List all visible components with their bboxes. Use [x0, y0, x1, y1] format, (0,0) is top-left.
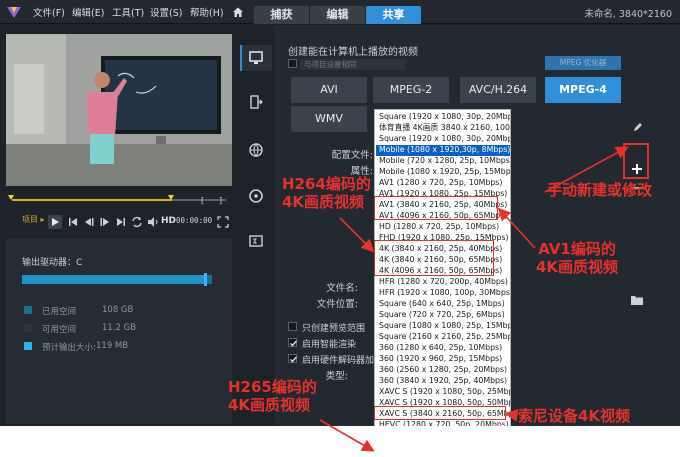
skip-end-icon[interactable] — [114, 215, 128, 229]
profile-option[interactable]: 360 (1280 x 640, 25p, 10Mbps) — [376, 343, 510, 354]
format-mpeg2[interactable]: MPEG-2 — [373, 77, 449, 103]
project-name: 未命名, 3840*2160 — [584, 9, 672, 20]
skip-start-icon[interactable] — [66, 215, 80, 229]
filename-label: 文件名: — [326, 283, 358, 294]
menu-settings[interactable]: 设置(S) — [150, 5, 182, 19]
drive-usage-fill — [22, 275, 204, 284]
tab-share[interactable]: 共享 — [366, 6, 421, 24]
svg-text:[: [ — [201, 196, 204, 205]
profile-option[interactable]: 360 (1920 x 960, 25p, 15Mbps) — [376, 354, 510, 365]
fullscreen-icon[interactable] — [216, 215, 230, 229]
sony-annotation: 索尼设备4K视频 — [518, 407, 631, 425]
volume-icon[interactable] — [146, 215, 160, 229]
profile-option[interactable]: AV1 (1280 x 720, 25p, 10Mbps) — [376, 178, 510, 189]
title-bar: 文件(F) 编辑(E) 工具(T) 设置(S) 帮助(H) 捕获 编辑 共享 未… — [0, 0, 680, 24]
home-icon[interactable] — [232, 6, 244, 18]
profile-option[interactable]: HFR (1920 x 1080, 100p, 30Mbps) — [376, 288, 510, 299]
hw-decoder-checkbox[interactable] — [288, 354, 298, 363]
drive-output-marker — [204, 273, 207, 286]
menu-file[interactable]: 文件(F) — [33, 5, 65, 19]
profile-option[interactable]: Square (1920 x 1080, 30p, 20Mbps) - 1 — [376, 112, 510, 123]
format-avc-h264[interactable]: AVC/H.264 — [460, 77, 536, 103]
bottom-strip — [0, 426, 680, 457]
xavc-4k-highlight — [374, 406, 506, 420]
manual-annotation: 手动新建或修改 — [547, 181, 653, 199]
profile-option[interactable]: Mobile (1080 x 1920,30p, 8Mbps) — [376, 145, 510, 156]
profile-dropdown-list[interactable]: Square (1920 x 1080, 30p, 20Mbps) - 1体育直… — [374, 109, 511, 457]
edit-profile-icon[interactable] — [632, 121, 644, 133]
play-icon[interactable] — [48, 215, 62, 229]
same-as-project-checkbox[interactable] — [288, 59, 297, 68]
profile-option[interactable]: Mobile (720 x 1280, 25p, 10Mbps) — [376, 156, 510, 167]
svg-text:]: ] — [219, 196, 222, 205]
profile-option[interactable]: Square (1080 x 1080, 25p, 15Mbps) — [376, 321, 510, 332]
format-avi[interactable]: AVI — [291, 77, 367, 103]
hd-toggle[interactable]: HD — [161, 216, 176, 226]
profile-option[interactable]: Mobile (1080 x 1920, 25p, 15Mbps) — [376, 167, 510, 178]
step-back-icon[interactable] — [82, 215, 96, 229]
project-label[interactable]: 项目 ▸ — [22, 214, 45, 225]
profile-option[interactable]: HD (1280 x 720, 25p, 10Mbps) — [376, 222, 510, 233]
h264-4k-highlight — [374, 240, 494, 276]
profile-option[interactable]: 360 (3840 x 1920, 25p, 40Mbps) — [376, 376, 510, 387]
web-icon[interactable] — [248, 142, 264, 158]
tab-capture[interactable]: 捕获 — [254, 6, 309, 24]
output-drive-panel: 输出驱动器：C 已用空间 108 GB 可用空间 11.2 GB 预计输出大小:… — [6, 239, 232, 424]
profile-option[interactable]: 360 (2560 x 1280, 25p, 20Mbps) — [376, 365, 510, 376]
step-forward-icon[interactable] — [98, 215, 112, 229]
profile-option[interactable]: Square (2160 x 2160, 25p, 25Mbps) — [376, 332, 510, 343]
legend-used-swatch — [24, 306, 32, 314]
timeline-scrubber[interactable]: [ ] — [6, 195, 232, 205]
player-panel: [ ] 项目 ▸ HD 00:00:00 输出驱动器：C 已用空间 108 GB… — [0, 25, 238, 426]
format-mpeg4[interactable]: MPEG-4 — [545, 77, 621, 103]
profile-option[interactable]: XAVC S (1920 x 1080, 50p, 25Mbps) — [376, 387, 510, 398]
profile-label: 配置文件: — [331, 150, 373, 161]
mpeg-optimizer-button[interactable]: MPEG 优化器 — [545, 56, 621, 70]
profile-option[interactable]: 体育直播 4K画质 3840 x 2160, 100p, 180Mbps — [376, 123, 510, 134]
3d-icon[interactable] — [248, 233, 264, 249]
share-category-column — [238, 25, 274, 426]
profile-option[interactable]: Square (640 x 640, 25p, 1Mbps) — [376, 299, 510, 310]
add-edit-highlight-box — [623, 143, 649, 179]
app-logo-icon — [7, 7, 21, 18]
profile-option[interactable]: Square (1920 x 1080, 30p, 20Mbps) — [376, 134, 510, 145]
av1-annotation: AV1编码的 4K画质视频 — [536, 240, 619, 276]
repeat-icon[interactable] — [130, 215, 144, 229]
menu-tools[interactable]: 工具(T) — [112, 5, 144, 19]
av1-4k-highlight — [374, 196, 498, 220]
computer-icon[interactable] — [248, 50, 264, 66]
legend-output-swatch — [24, 342, 32, 350]
device-icon[interactable] — [248, 94, 264, 110]
share-heading: 创建能在计算机上播放的视频 — [288, 47, 418, 58]
tab-edit[interactable]: 编辑 — [310, 6, 365, 24]
video-preview[interactable] — [6, 34, 232, 186]
folder-icon[interactable] — [630, 294, 644, 306]
profile-option[interactable]: Square (720 x 720, 25p, 6Mbps) — [376, 310, 510, 321]
menu-edit[interactable]: 编辑(E) — [72, 5, 104, 19]
drive-usage-bar — [22, 273, 212, 286]
legend-free-swatch — [24, 324, 32, 332]
profile-option[interactable]: HFR (1280 x 720, 200p, 40Mbps) — [376, 277, 510, 288]
preview-range-checkbox[interactable] — [288, 322, 297, 331]
menu-help[interactable]: 帮助(H) — [190, 5, 224, 19]
timecode-display[interactable]: 00:00:00 — [176, 216, 212, 225]
disc-icon[interactable] — [248, 188, 264, 204]
h265-annotation: H265编码的 4K画质视频 — [228, 378, 317, 414]
location-label: 文件位置: — [316, 299, 358, 310]
output-drive-label: 输出驱动器：C — [22, 258, 83, 268]
smart-render-checkbox[interactable] — [288, 338, 298, 347]
classroom-frame — [6, 34, 232, 186]
project-settings-select[interactable]: 与项目设置相同 — [300, 59, 406, 70]
h264-annotation: H264编码的 4K画质视频 — [282, 175, 371, 211]
format-wmv[interactable]: WMV — [291, 106, 367, 132]
